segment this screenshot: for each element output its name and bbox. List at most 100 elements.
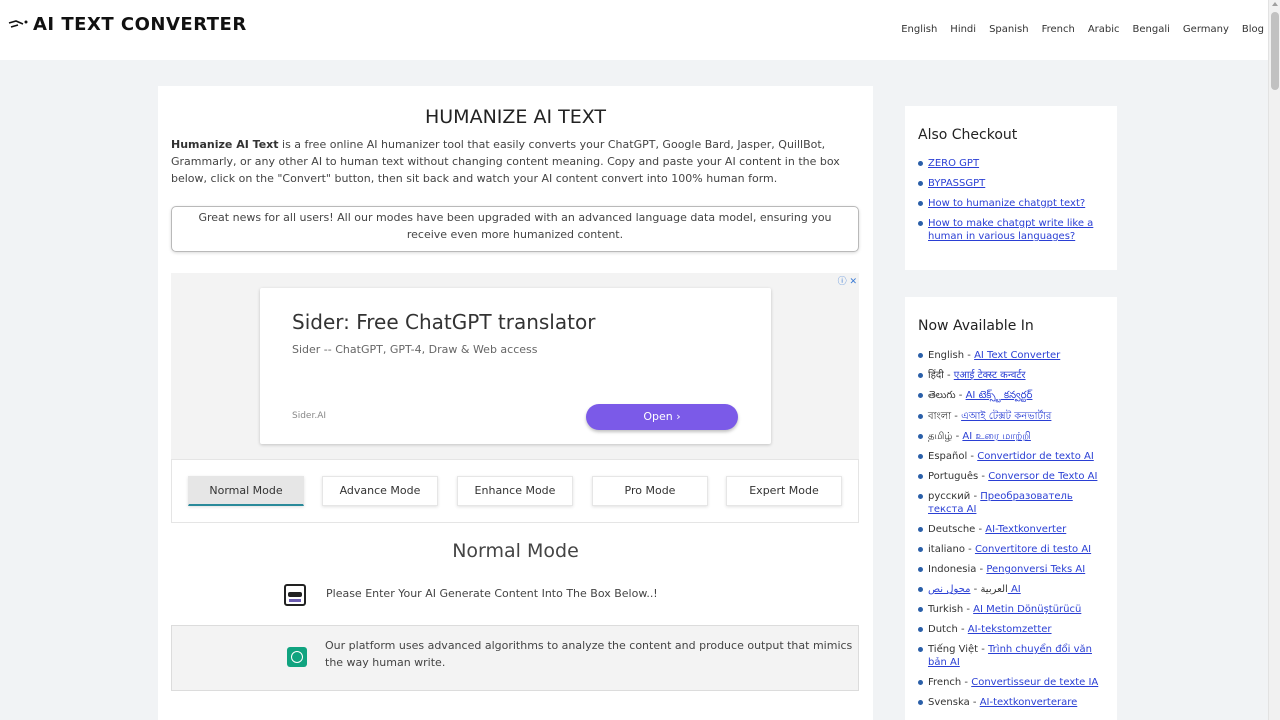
ad-banner: ⓘ ✕ Sider: Free ChatGPT translator Sider… [171,273,859,459]
scroll-up-arrow-icon[interactable] [1272,2,1278,6]
top-nav: English Hindi Spanish French Arabic Beng… [888,24,1264,35]
intro-text: Humanize AI Text is a free online AI hum… [171,136,861,187]
language-link[interactable]: Conversor de Texto AI [988,471,1097,482]
link-zero-gpt[interactable]: ZERO GPT [928,158,979,169]
list-item: Turkish - AI Metin Dönüştürücü [918,603,1108,616]
language-link[interactable]: AI Text Converter [974,350,1060,361]
advance-mode-button[interactable]: Advance Mode [322,476,438,506]
list-item: Deutsche - AI-Textkonverter [918,523,1108,536]
language-name: Svenska [928,697,970,708]
also-checkout-title: Also Checkout [918,127,1018,143]
language-link[interactable]: Convertitore di testo AI [975,544,1091,555]
list-item: ZERO GPT [918,157,1108,170]
language-name: русский [928,491,971,502]
separator: - [978,644,989,655]
language-name: Deutsche [928,524,976,535]
nav-hindi[interactable]: Hindi [950,24,976,35]
list-item: বাংলা - এআই টেক্সট কনভার্টার [918,410,1108,423]
language-name: Português [928,471,979,482]
link-bypassgpt[interactable]: BYPASSGPT [928,178,985,189]
pro-mode-button[interactable]: Pro Mode [592,476,708,506]
ad-close-icon[interactable]: ⓘ ✕ [838,274,857,287]
separator: - [967,451,978,462]
language-link[interactable]: AI-tekstomzetter [968,624,1052,635]
list-item: русский - Преобразователь текста AI [918,490,1108,516]
list-item: How to make chatgpt write like a human i… [918,217,1108,243]
site-header: AI TEXT CONVERTER English Hindi Spanish … [0,0,1268,60]
ad-title[interactable]: Sider: Free ChatGPT translator [292,310,595,334]
list-item: Indonesia - Pengonversi Teks AI [918,563,1108,576]
language-link[interactable]: Pengonversi Teks AI [986,564,1085,575]
language-link[interactable]: AI-textkonverterare [980,697,1078,708]
language-link[interactable]: Convertidor de texto AI [977,451,1094,462]
list-item: தமிழ் - AI உரை மாற்றி [918,430,1108,443]
language-link[interactable]: AI టెక్స్ట్ కన్వర్టర్ [966,390,1033,401]
chatgpt-icon [287,647,307,667]
language-name: Tiếng Việt [928,644,979,655]
nav-spanish[interactable]: Spanish [989,24,1029,35]
nav-french[interactable]: French [1042,24,1075,35]
nav-arabic[interactable]: Arabic [1088,24,1120,35]
separator: - [951,411,962,422]
separator: - [969,697,980,708]
separator: - [943,370,954,381]
ad-card[interactable]: Sider: Free ChatGPT translator Sider -- … [260,288,771,444]
separator: - [975,524,986,535]
link-chatgpt-write-human[interactable]: How to make chatgpt write like a human i… [928,218,1093,242]
page-title: HUMANIZE AI TEXT [424,106,606,128]
scroll-thumb[interactable] [1271,12,1279,90]
info-box: Our platform uses advanced algorithms to… [171,625,859,691]
language-link[interactable]: एआई टेक्स्ट कन्वर्टर [954,370,1026,381]
nav-english[interactable]: English [901,24,937,35]
list-item: BYPASSGPT [918,177,1108,190]
list-item: Português - Conversor de Texto AI [918,470,1108,483]
separator: - [961,677,972,688]
prompt-row: Please Enter Your AI Generate Content In… [284,582,804,608]
enhance-mode-button[interactable]: Enhance Mode [457,476,573,506]
nav-germany[interactable]: Germany [1183,24,1229,35]
now-available-card: Now Available In English - AI Text Conve… [905,297,1117,720]
main-content: HUMANIZE AI TEXT Humanize AI Text is a f… [158,86,873,720]
page-scrollbar[interactable] [1268,0,1280,720]
language-link[interactable]: AI Metin Dönüştürücü [973,604,1081,615]
language-link[interactable]: AI உரை மாற்றி [962,431,1031,442]
logo-icon [8,18,30,32]
mode-heading: Normal Mode [452,540,579,562]
info-text: Our platform uses advanced algorithms to… [325,639,853,669]
language-name: தமிழ் [928,431,953,442]
expert-mode-button[interactable]: Expert Mode [726,476,842,506]
separator: - [976,564,987,575]
list-item: How to humanize chatgpt text? [918,197,1108,210]
separator: - [970,491,981,502]
prompt-text: Please Enter Your AI Generate Content In… [326,587,658,600]
list-item: English - AI Text Converter [918,349,1108,362]
link-humanize-chatgpt[interactable]: How to humanize chatgpt text? [928,198,1085,209]
language-name: हिंदी [928,370,944,381]
language-link[interactable]: এআই টেক্সট কনভার্টার [961,411,1051,422]
intro-bold: Humanize AI Text [171,138,279,151]
nav-bengali[interactable]: Bengali [1133,24,1170,35]
list-item: French - Convertisseur de texte IA [918,676,1108,689]
separator: - [964,544,975,555]
separator: - [957,624,968,635]
language-name: English [928,350,965,361]
list-item: తెలుగు - AI టెక్స్ట్ కన్వర్టర్ [918,389,1108,402]
site-logo[interactable]: AI TEXT CONVERTER [8,14,247,35]
language-link[interactable]: AI-Textkonverter [985,524,1066,535]
ad-open-button[interactable]: Open › [586,404,738,430]
also-checkout-list: ZERO GPT BYPASSGPT How to humanize chatg… [918,157,1108,243]
list-item: Tiếng Việt - Trình chuyển đổi văn bản AI [918,643,1108,669]
language-name: বাংলা [928,411,952,422]
language-name: italiano [928,544,965,555]
language-link[interactable]: Convertisseur de texte IA [971,677,1098,688]
list-item: Svenska - AI-textkonverterare [918,696,1108,709]
ad-subtitle: Sider -- ChatGPT, GPT-4, Draw & Web acce… [292,343,538,356]
list-item: العربية - محول نص AI [918,583,1108,596]
upgrade-notice: Great news for all users! All our modes … [171,206,859,252]
separator: - [963,604,974,615]
now-available-title: Now Available In [918,318,1034,334]
chevron-right-icon: › [676,410,681,423]
normal-mode-button[interactable]: Normal Mode [188,476,304,506]
nav-blog[interactable]: Blog [1242,24,1264,35]
language-name: తెలుగు [928,390,956,401]
